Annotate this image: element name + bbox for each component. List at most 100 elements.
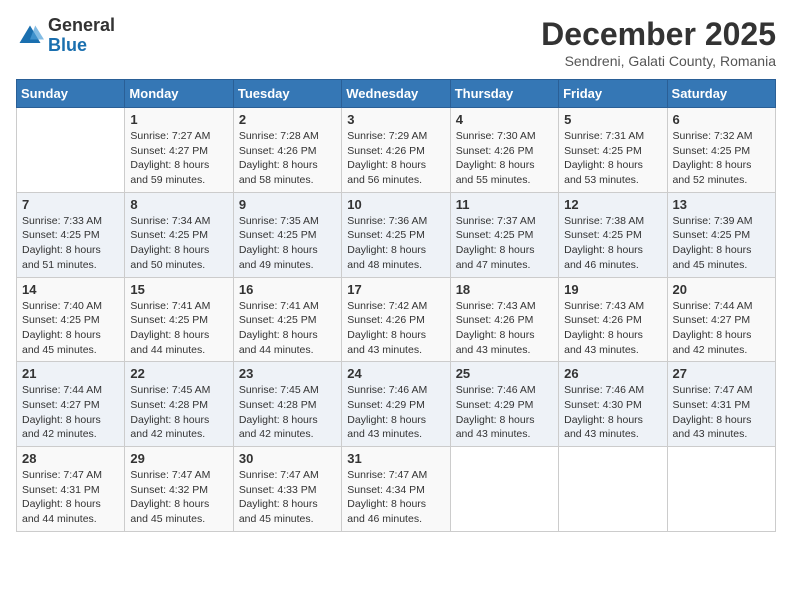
day-number: 17	[347, 282, 444, 297]
day-info: Sunrise: 7:34 AM Sunset: 4:25 PM Dayligh…	[130, 214, 227, 273]
calendar-table: SundayMondayTuesdayWednesdayThursdayFrid…	[16, 79, 776, 532]
calendar-cell: 2 Sunrise: 7:28 AM Sunset: 4:26 PM Daylig…	[233, 108, 341, 193]
calendar-cell: 7 Sunrise: 7:33 AM Sunset: 4:25 PM Daylig…	[17, 192, 125, 277]
calendar-cell: 9 Sunrise: 7:35 AM Sunset: 4:25 PM Daylig…	[233, 192, 341, 277]
calendar-cell: 4Sunrise: 7:30 AM Sunset: 4:26 PM Daylig…	[450, 108, 558, 193]
day-info: Sunrise: 7:47 AM Sunset: 4:32 PM Dayligh…	[130, 468, 227, 527]
day-number: 24	[347, 366, 444, 381]
day-info: Sunrise: 7:35 AM Sunset: 4:25 PM Dayligh…	[239, 214, 336, 273]
days-header-row: SundayMondayTuesdayWednesdayThursdayFrid…	[17, 80, 776, 108]
day-number: 5	[564, 112, 661, 127]
day-info: Sunrise: 7:45 AM Sunset: 4:28 PM Dayligh…	[239, 383, 336, 442]
calendar-cell	[450, 447, 558, 532]
day-number: 21	[22, 366, 119, 381]
day-number: 9	[239, 197, 336, 212]
calendar-cell: 28 Sunrise: 7:47 AM Sunset: 4:31 PM Dayli…	[17, 447, 125, 532]
calendar-cell: 24 Sunrise: 7:46 AM Sunset: 4:29 PM Dayli…	[342, 362, 450, 447]
day-header-tuesday: Tuesday	[233, 80, 341, 108]
day-info: Sunrise: 7:42 AM Sunset: 4:26 PM Dayligh…	[347, 299, 444, 358]
day-number: 15	[130, 282, 227, 297]
day-header-sunday: Sunday	[17, 80, 125, 108]
day-number: 27	[673, 366, 770, 381]
day-info: Sunrise: 7:46 AM Sunset: 4:29 PM Dayligh…	[347, 383, 444, 442]
calendar-cell: 27Sunrise: 7:47 AM Sunset: 4:31 PM Dayli…	[667, 362, 775, 447]
calendar-cell: 5 Sunrise: 7:31 AM Sunset: 4:25 PM Daylig…	[559, 108, 667, 193]
calendar-cell: 18 Sunrise: 7:43 AM Sunset: 4:26 PM Dayli…	[450, 277, 558, 362]
calendar-cell: 21 Sunrise: 7:44 AM Sunset: 4:27 PM Dayli…	[17, 362, 125, 447]
day-number: 1	[130, 112, 227, 127]
calendar-cell: 19 Sunrise: 7:43 AM Sunset: 4:26 PM Dayli…	[559, 277, 667, 362]
calendar-cell	[17, 108, 125, 193]
day-info: Sunrise: 7:29 AM Sunset: 4:26 PM Dayligh…	[347, 129, 444, 188]
day-info: Sunrise: 7:43 AM Sunset: 4:26 PM Dayligh…	[564, 299, 661, 358]
day-number: 16	[239, 282, 336, 297]
day-info: Sunrise: 7:46 AM Sunset: 4:29 PM Dayligh…	[456, 383, 553, 442]
week-row-1: 1Sunrise: 7:27 AM Sunset: 4:27 PM Daylig…	[17, 108, 776, 193]
day-number: 13	[673, 197, 770, 212]
day-info: Sunrise: 7:38 AM Sunset: 4:25 PM Dayligh…	[564, 214, 661, 273]
day-info: Sunrise: 7:40 AM Sunset: 4:25 PM Dayligh…	[22, 299, 119, 358]
day-number: 11	[456, 197, 553, 212]
day-info: Sunrise: 7:32 AM Sunset: 4:25 PM Dayligh…	[673, 129, 770, 188]
day-info: Sunrise: 7:44 AM Sunset: 4:27 PM Dayligh…	[22, 383, 119, 442]
calendar-cell: 13 Sunrise: 7:39 AM Sunset: 4:25 PM Dayli…	[667, 192, 775, 277]
day-number: 20	[673, 282, 770, 297]
day-number: 18	[456, 282, 553, 297]
day-header-thursday: Thursday	[450, 80, 558, 108]
calendar-cell: 1Sunrise: 7:27 AM Sunset: 4:27 PM Daylig…	[125, 108, 233, 193]
day-number: 28	[22, 451, 119, 466]
day-number: 3	[347, 112, 444, 127]
logo-blue-text: Blue	[48, 35, 87, 55]
week-row-5: 28 Sunrise: 7:47 AM Sunset: 4:31 PM Dayli…	[17, 447, 776, 532]
week-row-2: 7 Sunrise: 7:33 AM Sunset: 4:25 PM Daylig…	[17, 192, 776, 277]
day-header-saturday: Saturday	[667, 80, 775, 108]
title-block: December 2025 Sendreni, Galati County, R…	[541, 16, 776, 69]
logo-icon	[16, 22, 44, 50]
logo-general-text: General	[48, 15, 115, 35]
calendar-cell: 6 Sunrise: 7:32 AM Sunset: 4:25 PM Daylig…	[667, 108, 775, 193]
day-info: Sunrise: 7:45 AM Sunset: 4:28 PM Dayligh…	[130, 383, 227, 442]
day-header-monday: Monday	[125, 80, 233, 108]
day-info: Sunrise: 7:28 AM Sunset: 4:26 PM Dayligh…	[239, 129, 336, 188]
calendar-cell: 14Sunrise: 7:40 AM Sunset: 4:25 PM Dayli…	[17, 277, 125, 362]
day-info: Sunrise: 7:46 AM Sunset: 4:30 PM Dayligh…	[564, 383, 661, 442]
day-info: Sunrise: 7:47 AM Sunset: 4:33 PM Dayligh…	[239, 468, 336, 527]
logo: General Blue	[16, 16, 115, 56]
day-info: Sunrise: 7:37 AM Sunset: 4:25 PM Dayligh…	[456, 214, 553, 273]
day-info: Sunrise: 7:41 AM Sunset: 4:25 PM Dayligh…	[130, 299, 227, 358]
day-number: 31	[347, 451, 444, 466]
day-info: Sunrise: 7:33 AM Sunset: 4:25 PM Dayligh…	[22, 214, 119, 273]
calendar-cell: 17 Sunrise: 7:42 AM Sunset: 4:26 PM Dayli…	[342, 277, 450, 362]
day-number: 10	[347, 197, 444, 212]
day-header-wednesday: Wednesday	[342, 80, 450, 108]
day-info: Sunrise: 7:47 AM Sunset: 4:31 PM Dayligh…	[22, 468, 119, 527]
day-number: 26	[564, 366, 661, 381]
week-row-3: 14Sunrise: 7:40 AM Sunset: 4:25 PM Dayli…	[17, 277, 776, 362]
day-number: 2	[239, 112, 336, 127]
day-info: Sunrise: 7:30 AM Sunset: 4:26 PM Dayligh…	[456, 129, 553, 188]
day-info: Sunrise: 7:39 AM Sunset: 4:25 PM Dayligh…	[673, 214, 770, 273]
day-info: Sunrise: 7:43 AM Sunset: 4:26 PM Dayligh…	[456, 299, 553, 358]
location-subtitle: Sendreni, Galati County, Romania	[541, 53, 776, 69]
calendar-cell: 10 Sunrise: 7:36 AM Sunset: 4:25 PM Dayli…	[342, 192, 450, 277]
day-number: 29	[130, 451, 227, 466]
day-number: 23	[239, 366, 336, 381]
calendar-cell: 30 Sunrise: 7:47 AM Sunset: 4:33 PM Dayli…	[233, 447, 341, 532]
day-number: 7	[22, 197, 119, 212]
day-info: Sunrise: 7:36 AM Sunset: 4:25 PM Dayligh…	[347, 214, 444, 273]
calendar-cell: 16Sunrise: 7:41 AM Sunset: 4:25 PM Dayli…	[233, 277, 341, 362]
week-row-4: 21 Sunrise: 7:44 AM Sunset: 4:27 PM Dayli…	[17, 362, 776, 447]
calendar-cell: 29 Sunrise: 7:47 AM Sunset: 4:32 PM Dayli…	[125, 447, 233, 532]
calendar-cell: 11 Sunrise: 7:37 AM Sunset: 4:25 PM Dayli…	[450, 192, 558, 277]
day-number: 19	[564, 282, 661, 297]
page-header: General Blue December 2025 Sendreni, Gal…	[16, 16, 776, 69]
day-number: 25	[456, 366, 553, 381]
day-number: 8	[130, 197, 227, 212]
day-info: Sunrise: 7:31 AM Sunset: 4:25 PM Dayligh…	[564, 129, 661, 188]
day-number: 6	[673, 112, 770, 127]
calendar-cell: 3 Sunrise: 7:29 AM Sunset: 4:26 PM Daylig…	[342, 108, 450, 193]
calendar-cell: 26 Sunrise: 7:46 AM Sunset: 4:30 PM Dayli…	[559, 362, 667, 447]
day-info: Sunrise: 7:47 AM Sunset: 4:34 PM Dayligh…	[347, 468, 444, 527]
day-number: 30	[239, 451, 336, 466]
calendar-cell: 12Sunrise: 7:38 AM Sunset: 4:25 PM Dayli…	[559, 192, 667, 277]
